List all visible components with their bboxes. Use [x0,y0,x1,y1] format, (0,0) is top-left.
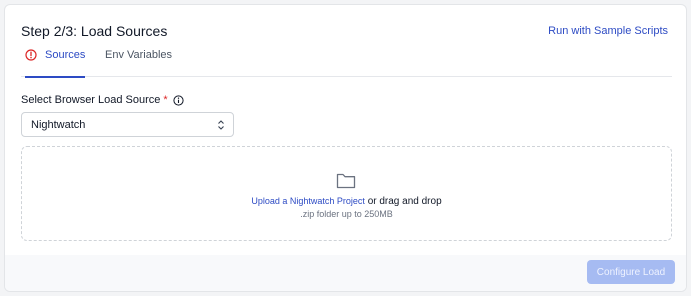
configure-load-button[interactable]: Configure Load [587,260,675,284]
card-footer: Configure Load [5,255,686,291]
tab-sources-label: Sources [45,49,86,61]
load-sources-card: Step 2/3: Load Sources Run with Sample S… [4,4,687,292]
chevron-up-down-icon [218,120,224,130]
upload-dropzone[interactable]: Upload a Nightwatch Project or drag and … [21,146,672,241]
tab-sources[interactable]: Sources [25,49,86,78]
tab-env-variables[interactable]: Env Variables [105,49,172,77]
drag-drop-text: or drag and drop [367,196,442,207]
upload-project-link[interactable]: Upload a Nightwatch Project [251,196,365,206]
run-sample-scripts-link[interactable]: Run with Sample Scripts [548,25,668,37]
load-source-selected-value: Nightwatch [31,118,86,131]
info-icon[interactable] [173,94,184,106]
tab-env-variables-label: Env Variables [105,49,173,61]
required-marker: * [163,94,168,106]
load-source-label-text: Select Browser Load Source [21,94,161,106]
page-title: Step 2/3: Load Sources [21,23,168,39]
file-size-hint: .zip folder up to 250MB [300,209,393,219]
tab-bar: Sources Env Variables [21,49,672,78]
folder-icon [336,173,356,189]
load-source-label: Select Browser Load Source * [21,94,184,106]
load-source-select[interactable]: Nightwatch [21,112,234,137]
alert-circle-icon [25,49,37,61]
upload-instructions: Upload a Nightwatch Project or drag and … [22,196,671,207]
